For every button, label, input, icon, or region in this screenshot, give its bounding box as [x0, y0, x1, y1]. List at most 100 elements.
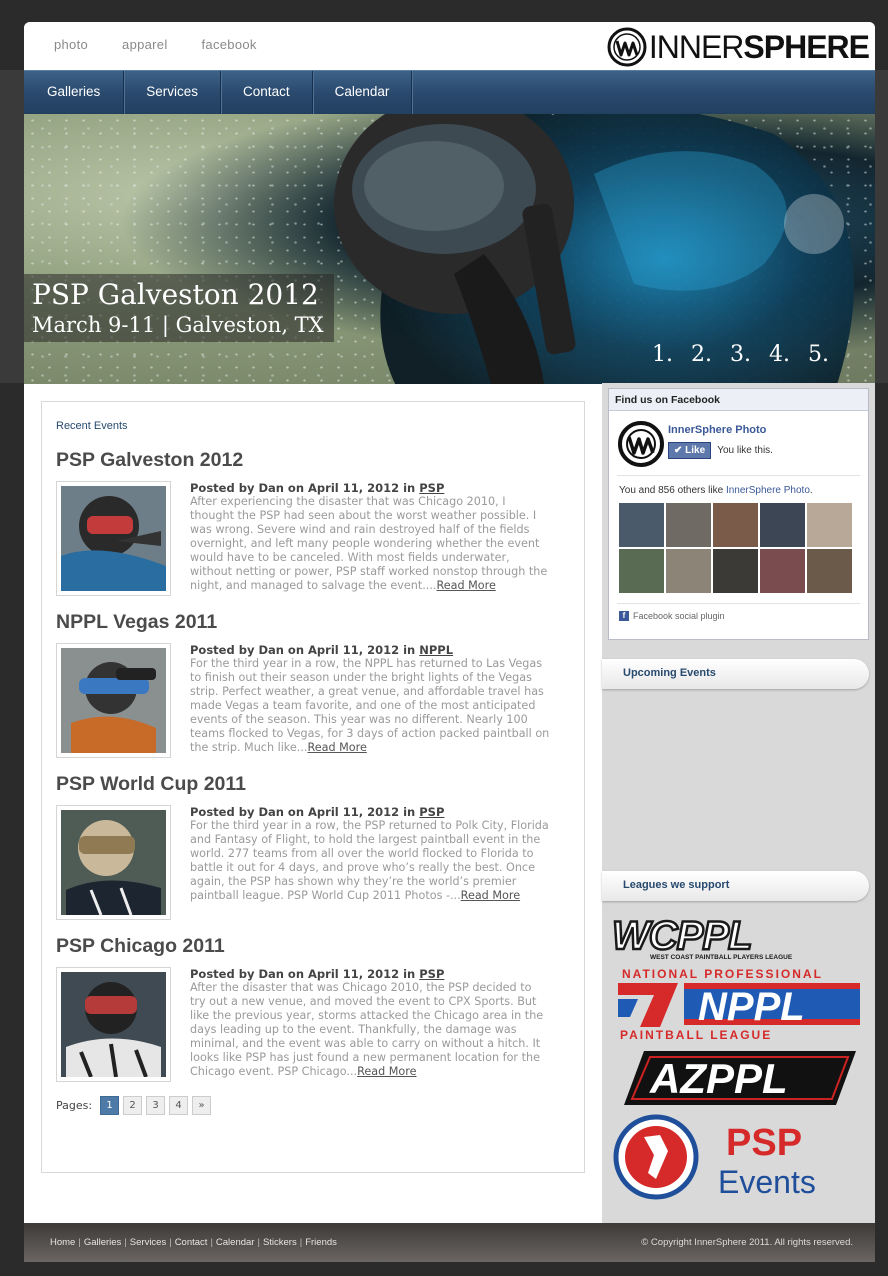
wcppl-logo[interactable]: WCPPL WEST COAST PAINTBALL PLAYERS LEAGU…	[610, 917, 870, 961]
hero-pager-5[interactable]: 5.	[808, 342, 829, 367]
post-item: PSP World Cup 2011 Posted by Dan on Apri…	[56, 773, 556, 920]
read-more-link[interactable]: Read More	[307, 741, 366, 754]
facebook-you-like: You like this.	[717, 445, 773, 456]
facebook-header: Find us on Facebook	[609, 389, 868, 411]
facebook-fan-grid	[619, 503, 852, 593]
facebook-fan-avatar[interactable]	[619, 503, 664, 547]
facebook-fan-avatar[interactable]	[807, 503, 852, 547]
nppl-bottom-text: PAINTBALL LEAGUE	[620, 1028, 772, 1042]
post-category-link[interactable]: NPPL	[419, 643, 453, 657]
psp-name: PSP	[726, 1122, 802, 1164]
post-thumbnail[interactable]	[56, 481, 171, 596]
nav-galleries[interactable]: Galleries	[24, 71, 125, 115]
facebook-fan-avatar[interactable]	[619, 549, 664, 593]
post-item: PSP Galveston 2012 Posted by Dan on Apri…	[56, 449, 556, 596]
hero-title: PSP Galveston 2012	[32, 278, 319, 311]
post-excerpt: After the disaster that was Chicago 2010…	[190, 981, 550, 1079]
top-link-photo[interactable]: photo	[54, 37, 88, 52]
page-2-button[interactable]: 2	[123, 1096, 143, 1115]
facebook-count-link[interactable]: InnerSphere Photo	[726, 485, 810, 496]
post-item: PSP Chicago 2011 Posted by Dan on April …	[56, 935, 556, 1082]
footer-link-stickers[interactable]: Stickers	[263, 1237, 297, 1248]
facebook-fan-avatar[interactable]	[713, 549, 758, 593]
post-thumbnail-image	[61, 648, 166, 753]
footer-link-calendar[interactable]: Calendar	[216, 1237, 255, 1248]
facebook-like-button[interactable]: ✔ Like	[668, 442, 712, 459]
footer-link-contact[interactable]: Contact	[175, 1237, 208, 1248]
pagination-label: Pages:	[56, 1099, 93, 1112]
innersphere-logo[interactable]: INNERSPHERE	[607, 27, 870, 67]
post-title[interactable]: PSP Chicago 2011	[56, 935, 556, 958]
read-more-link[interactable]: Read More	[357, 1065, 416, 1078]
facebook-fan-avatar[interactable]	[666, 549, 711, 593]
post-thumbnail-image	[61, 810, 166, 915]
footer-separator: |	[257, 1237, 260, 1248]
psp-events-logo[interactable]: PSP Events	[610, 1113, 870, 1201]
page-3-button[interactable]: 3	[146, 1096, 166, 1115]
facebook-count-suffix: .	[809, 485, 813, 496]
read-more-link[interactable]: Read More	[461, 889, 520, 902]
azppl-logo[interactable]: AZPPL	[610, 1047, 870, 1109]
hero-pager-3[interactable]: 3.	[730, 342, 751, 367]
nav-calendar[interactable]: Calendar	[313, 71, 413, 115]
facebook-fan-avatar[interactable]	[713, 503, 758, 547]
footer: Home | Galleries | Services | Contact | Calendar…	[24, 1223, 875, 1262]
leagues-header: Leagues we support	[602, 871, 869, 901]
post-meta: Posted by Dan on April 11, 2012 in PSP	[190, 481, 444, 495]
innersphere-logo-icon	[607, 27, 647, 67]
azppl-name: AZPPL	[649, 1055, 788, 1102]
nppl-logo[interactable]: NATIONAL PROFESSIONAL NPPL PAINTBALL LEA…	[610, 965, 870, 1043]
post-meta-text: Posted by Dan on April 11, 2012 in	[190, 967, 416, 981]
facebook-page-avatar[interactable]	[617, 420, 665, 468]
footer-separator: |	[169, 1237, 172, 1248]
facebook-fan-avatar[interactable]	[807, 549, 852, 593]
nppl-name: NPPL	[698, 985, 805, 1029]
facebook-fan-avatar[interactable]	[760, 549, 805, 593]
hero-pager-4[interactable]: 4.	[769, 342, 790, 367]
page-4-button[interactable]: 4	[169, 1096, 189, 1115]
facebook-page-info: InnerSphere Photo ✔ Like You like this.	[617, 420, 773, 468]
page-1-button[interactable]: 1	[100, 1096, 120, 1115]
hero-pager-2[interactable]: 2.	[691, 342, 712, 367]
post-title[interactable]: PSP Galveston 2012	[56, 449, 556, 472]
facebook-fan-avatar[interactable]	[760, 503, 805, 547]
footer-link-galleries[interactable]: Galleries	[84, 1237, 122, 1248]
post-title[interactable]: NPPL Vegas 2011	[56, 611, 556, 634]
footer-links: Home | Galleries | Services | Contact | Calendar…	[50, 1237, 337, 1248]
thumbs-up-icon: ✔	[674, 445, 683, 456]
post-thumbnail[interactable]	[56, 805, 171, 920]
facebook-like-box: Find us on Facebook InnerSphere Photo ✔ …	[608, 388, 869, 640]
hero-pager-1[interactable]: 1.	[652, 342, 673, 367]
nav-contact[interactable]: Contact	[221, 71, 313, 115]
facebook-plugin-footer[interactable]: f Facebook social plugin	[619, 611, 725, 621]
footer-link-friends[interactable]: Friends	[305, 1237, 337, 1248]
top-link-apparel[interactable]: apparel	[122, 37, 167, 52]
next-page-button[interactable]: »	[192, 1096, 212, 1115]
facebook-like-count: You and 856 others like InnerSphere Phot…	[619, 485, 813, 496]
facebook-fan-avatar[interactable]	[666, 503, 711, 547]
footer-link-home[interactable]: Home	[50, 1237, 75, 1248]
post-meta-text: Posted by Dan on April 11, 2012 in	[190, 805, 416, 819]
post-excerpt: After experiencing the disaster that was…	[190, 495, 550, 593]
post-title[interactable]: PSP World Cup 2011	[56, 773, 556, 796]
footer-separator: |	[299, 1237, 303, 1248]
section-title-recent-events: Recent Events	[56, 420, 128, 432]
post-category-link[interactable]: PSP	[419, 481, 444, 495]
facebook-page-name[interactable]: InnerSphere Photo	[668, 424, 766, 436]
hero-caption: PSP Galveston 2012 March 9-11 | Galvesto…	[24, 274, 334, 342]
post-category-link[interactable]: PSP	[419, 805, 444, 819]
nav-services[interactable]: Services	[124, 71, 222, 115]
read-more-link[interactable]: Read More	[436, 579, 495, 592]
nppl-top-text: NATIONAL PROFESSIONAL	[622, 967, 823, 981]
facebook-plugin-label: Facebook social plugin	[633, 611, 725, 621]
post-thumbnail[interactable]	[56, 643, 171, 758]
main-nav: Galleries Services Contact Calendar	[24, 70, 875, 115]
footer-separator: |	[210, 1237, 213, 1248]
hero-slideshow[interactable]: PSP Galveston 2012 March 9-11 | Galvesto…	[24, 114, 875, 384]
footer-link-services[interactable]: Services	[130, 1237, 166, 1248]
logo-text-light: INNER	[648, 28, 745, 65]
facebook-icon: f	[619, 611, 629, 621]
post-category-link[interactable]: PSP	[419, 967, 444, 981]
post-thumbnail[interactable]	[56, 967, 171, 1082]
top-link-facebook[interactable]: facebook	[202, 37, 257, 52]
